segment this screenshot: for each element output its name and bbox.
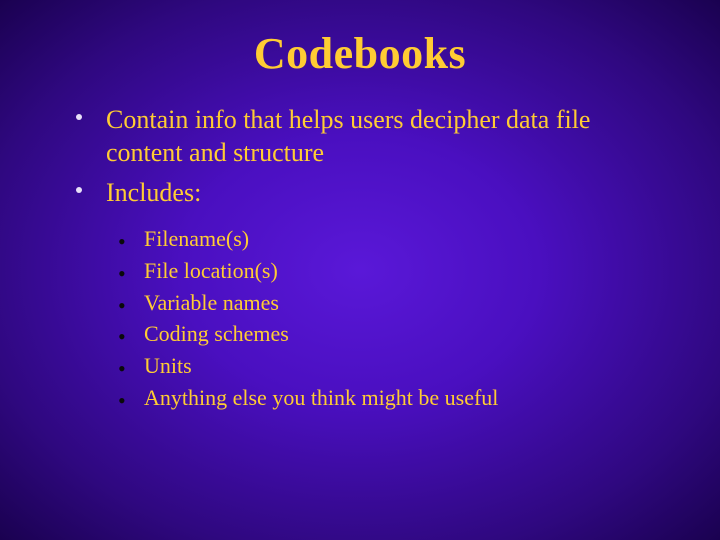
sub-bullet-text: Variable names bbox=[144, 290, 279, 315]
sub-bullet-list: • Filename(s) • File location(s) • Varia… bbox=[116, 223, 660, 414]
slide: Codebooks Contain info that helps users … bbox=[0, 0, 720, 540]
sub-bullet-item: • Variable names bbox=[116, 287, 660, 319]
bullet-icon: • bbox=[118, 258, 126, 290]
main-bullet-item: Includes: bbox=[70, 176, 660, 209]
sub-bullet-item: • Filename(s) bbox=[116, 223, 660, 255]
bullet-icon: • bbox=[118, 290, 126, 322]
bullet-icon bbox=[76, 187, 82, 193]
sub-bullet-text: Anything else you think might be useful bbox=[144, 385, 498, 410]
sub-bullet-item: • File location(s) bbox=[116, 255, 660, 287]
bullet-icon: • bbox=[118, 385, 126, 417]
main-bullet-text: Includes: bbox=[106, 178, 201, 207]
sub-bullet-text: File location(s) bbox=[144, 258, 278, 283]
bullet-icon: • bbox=[118, 321, 126, 353]
bullet-icon bbox=[76, 114, 82, 120]
main-bullet-list: Contain info that helps users decipher d… bbox=[70, 103, 660, 209]
slide-title: Codebooks bbox=[60, 28, 660, 79]
sub-bullet-item: • Anything else you think might be usefu… bbox=[116, 382, 660, 414]
main-bullet-item: Contain info that helps users decipher d… bbox=[70, 103, 660, 170]
sub-bullet-item: • Units bbox=[116, 350, 660, 382]
sub-bullet-item: • Coding schemes bbox=[116, 318, 660, 350]
sub-bullet-text: Filename(s) bbox=[144, 226, 249, 251]
bullet-icon: • bbox=[118, 353, 126, 385]
bullet-icon: • bbox=[118, 226, 126, 258]
main-bullet-text: Contain info that helps users decipher d… bbox=[106, 105, 590, 167]
sub-bullet-text: Units bbox=[144, 353, 192, 378]
sub-bullet-text: Coding schemes bbox=[144, 321, 289, 346]
